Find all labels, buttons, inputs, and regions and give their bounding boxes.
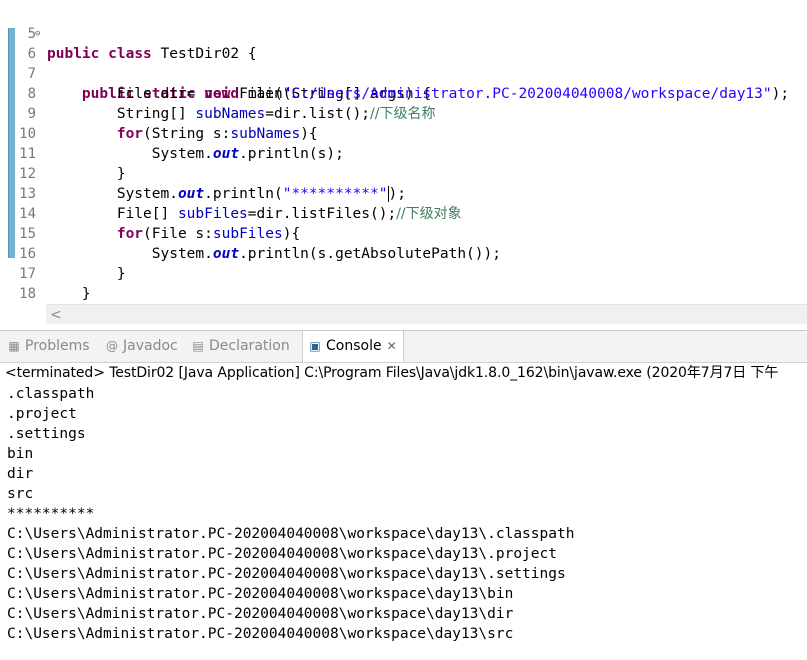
declaration-icon: ▤ xyxy=(192,339,204,353)
console-line: C:\Users\Administrator.PC-202004040008\w… xyxy=(7,546,557,562)
close-icon[interactable]: ✕ xyxy=(387,339,397,353)
tab-problems[interactable]: ▦ Problems xyxy=(6,331,90,362)
console-line: bin xyxy=(7,446,34,462)
console-line: dir xyxy=(7,466,34,482)
console-line: C:\Users\Administrator.PC-202004040008\w… xyxy=(7,526,575,542)
tab-label: Problems xyxy=(25,338,90,354)
console-line: C:\Users\Administrator.PC-202004040008\w… xyxy=(7,626,514,642)
code-line[interactable]: 10 System.out.println(s); xyxy=(0,104,807,162)
code-line[interactable]: 11 } xyxy=(0,124,807,182)
tab-javadoc[interactable]: @ Javadoc xyxy=(104,331,178,362)
editor-bottom-border xyxy=(0,324,807,331)
code-line[interactable]: 8 String[] subNames=dir.list();//下级名称 xyxy=(0,64,807,122)
code-line[interactable]: 18 } xyxy=(0,264,807,302)
view-tab-bar: ▦ Problems @ Javadoc ▤ Declaration ▣ Console… xyxy=(0,331,807,363)
console-line: src xyxy=(7,486,34,502)
console-line: C:\Users\Administrator.PC-202004040008\w… xyxy=(7,586,514,602)
console-line: ********** xyxy=(7,506,95,522)
code-line[interactable]: 17 } xyxy=(0,244,807,302)
code-line[interactable]: 14 for(File s:subFiles){ xyxy=(0,184,807,242)
fold-marker-icon[interactable]: ⊖ xyxy=(35,24,40,44)
console-line: .classpath xyxy=(7,386,95,402)
problems-icon: ▦ xyxy=(8,339,20,353)
console-line: C:\Users\Administrator.PC-202004040008\w… xyxy=(7,566,566,582)
code-line[interactable]: 9 for(String s:subNames){ xyxy=(0,84,807,142)
console-output[interactable]: .classpath .project .settings bin dir sr… xyxy=(0,384,807,644)
code-line[interactable]: 5 public class TestDir02 { xyxy=(0,4,807,62)
code-editor[interactable]: 5 public class TestDir02 { 6 ⊖ public st… xyxy=(0,0,807,304)
code-line[interactable]: 16 } xyxy=(0,224,807,282)
console-line: .settings xyxy=(7,426,86,442)
console-line: C:\Users\Administrator.PC-202004040008\w… xyxy=(7,606,514,622)
code-line[interactable]: 15 System.out.println(s.getAbsolutePath(… xyxy=(0,204,807,262)
tab-declaration[interactable]: ▤ Declaration xyxy=(190,331,290,362)
tab-label: Javadoc xyxy=(123,338,178,354)
code-line[interactable]: 7 File dir= new File("C:/Users/Administr… xyxy=(0,44,807,102)
javadoc-icon: @ xyxy=(106,339,118,353)
scroll-left-icon[interactable]: < xyxy=(50,305,62,325)
console-icon: ▣ xyxy=(309,339,321,353)
console-line: .project xyxy=(7,406,77,422)
code-line[interactable]: 12 System.out.println("**********"); xyxy=(0,144,807,202)
tab-label: Declaration xyxy=(209,338,290,354)
editor-horizontal-scrollbar[interactable]: < xyxy=(46,304,807,325)
console-status: <terminated> TestDir02 [Java Application… xyxy=(5,365,779,381)
tab-console[interactable]: ▣ Console ✕ xyxy=(302,331,404,362)
code-line[interactable]: 19 xyxy=(0,284,807,304)
code-line[interactable]: 13 File[] subFiles=dir.listFiles();//下级对… xyxy=(0,164,807,222)
console-view[interactable]: <terminated> TestDir02 [Java Application… xyxy=(0,363,807,660)
tab-label: Console xyxy=(326,338,382,354)
code-line[interactable]: 6 ⊖ public static void main(String[] arg… xyxy=(0,24,807,102)
